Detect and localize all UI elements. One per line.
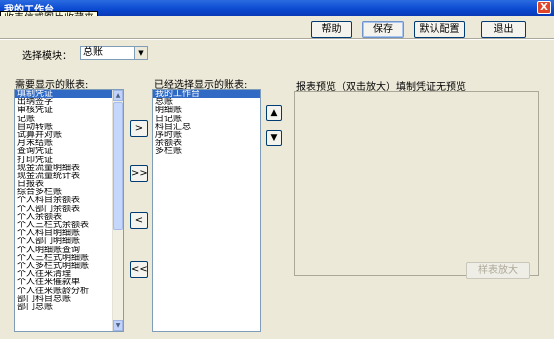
main-window: 帮助 保存 默认配置 退出 选择模块： 总账 ▼ 需要显示的账表: 填制凭证 出纳…: [0, 16, 554, 339]
available-report-item[interactable]: 现金流量统计表: [15, 172, 123, 180]
move-down-icon[interactable]: ▼: [266, 130, 282, 146]
selected-report-item[interactable]: 我的工作台: [153, 90, 260, 99]
available-report-item[interactable]: 个人往来清理: [15, 270, 123, 278]
scroll-thumb[interactable]: [113, 102, 123, 230]
toolbar-separator: [0, 38, 554, 40]
selected-report-item[interactable]: 序时账: [153, 131, 260, 139]
selected-report-item[interactable]: 科目汇总: [153, 123, 260, 131]
available-report-item[interactable]: 试算并对账: [15, 131, 123, 139]
scroll-down-icon[interactable]: ▼: [113, 320, 123, 331]
available-report-item[interactable]: 现金流量明细表: [15, 164, 123, 172]
add-all-button[interactable]: >>: [130, 165, 148, 182]
selected-report-item[interactable]: 总账: [153, 98, 260, 106]
scroll-up-icon[interactable]: ▲: [113, 90, 123, 101]
available-report-item[interactable]: 部门科目总账: [15, 295, 123, 303]
preview-panel[interactable]: [294, 91, 539, 276]
remove-all-button[interactable]: <<: [130, 261, 148, 278]
help-button[interactable]: 帮助: [311, 21, 352, 38]
selected-report-item[interactable]: 日记账: [153, 115, 260, 123]
remove-button[interactable]: <: [130, 212, 148, 229]
available-report-item[interactable]: 月末结账: [15, 139, 123, 147]
left-list-scrollbar[interactable]: ▲ ▼: [112, 90, 123, 331]
available-report-item[interactable]: 个人科目明细账: [15, 229, 123, 237]
available-report-item[interactable]: 个人三栏式明细账: [15, 254, 123, 262]
add-button[interactable]: >: [130, 120, 148, 137]
default-config-button[interactable]: 默认配置: [414, 21, 465, 38]
available-report-item[interactable]: 查询凭证: [15, 147, 123, 155]
move-up-icon[interactable]: ▲: [266, 105, 282, 121]
available-reports-list[interactable]: 填制凭证 出纳签字 审核凭证 记账 自动转账 试算并对账 月末结账 查询凭证 打印凭证 现金流量明…: [14, 89, 124, 332]
available-report-item[interactable]: 个人明细账查询: [15, 246, 123, 254]
available-report-item[interactable]: 自动转账: [15, 123, 123, 131]
exit-button[interactable]: 退出: [481, 21, 526, 38]
selected-report-item[interactable]: 明细账: [153, 106, 260, 114]
available-report-item[interactable]: 个人余额表: [15, 213, 123, 221]
available-report-item[interactable]: 个人往来账龄分析: [15, 287, 123, 295]
selected-report-item[interactable]: 余额表: [153, 139, 260, 147]
available-report-item[interactable]: 个人科目余额表: [15, 196, 123, 204]
available-report-item[interactable]: 填制凭证: [15, 90, 123, 99]
module-select-label: 选择模块：: [22, 51, 72, 62]
save-button[interactable]: 保存: [362, 21, 404, 38]
available-report-item[interactable]: 日报表: [15, 180, 123, 188]
zoom-sample-button[interactable]: 样表放大: [466, 262, 530, 279]
module-select-value: 总账: [83, 47, 103, 58]
available-report-item[interactable]: 个人三栏式余额表: [15, 221, 123, 229]
available-report-item[interactable]: 个人部门余额表: [15, 205, 123, 213]
available-report-item[interactable]: 个人多栏式明细账: [15, 262, 123, 270]
available-report-item[interactable]: 个人部门明细账: [15, 237, 123, 245]
available-report-item[interactable]: 部门总账: [15, 303, 123, 311]
available-report-item[interactable]: 记账: [15, 115, 123, 123]
chevron-down-icon[interactable]: ▼: [134, 47, 147, 59]
selected-reports-list[interactable]: 我的工作台 总账 明细账 日记账 科目汇总 序时账 余额表 多栏账: [152, 89, 261, 332]
module-select[interactable]: 总账 ▼: [80, 46, 148, 60]
available-report-item[interactable]: 审核凭证: [15, 106, 123, 114]
selected-report-item[interactable]: 多栏账: [153, 147, 260, 155]
available-report-item[interactable]: 出纳签字: [15, 98, 123, 106]
available-report-item[interactable]: 个人往来催款单: [15, 278, 123, 286]
available-report-item[interactable]: 打印凭证: [15, 156, 123, 164]
available-report-item[interactable]: 综合多栏账: [15, 188, 123, 196]
close-button[interactable]: X: [537, 1, 551, 14]
